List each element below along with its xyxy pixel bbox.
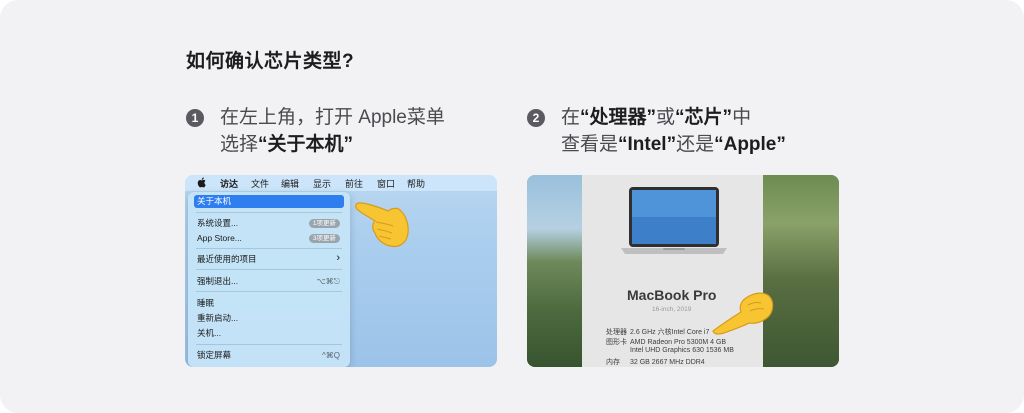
wallpaper-left: [527, 175, 582, 367]
step-2-line-1-prefix: 在: [561, 107, 581, 128]
spec-value: 2.6 GHz 六核Intel Core i7: [630, 329, 710, 336]
step-1: 1 在左上角，打开 Apple菜单 选择“关于本机”: [186, 104, 445, 158]
step-2-line-1: 在“处理器”或“芯片”中: [561, 104, 786, 131]
apple-label: “Apple”: [714, 134, 786, 155]
step-1-line-1: 在左上角，打开 Apple菜单: [220, 107, 445, 128]
update-badge: 3项更新: [308, 234, 340, 243]
step-2-line-2: 查看是“Intel”还是“Apple”: [561, 131, 786, 158]
spec-row-graphics: 图形卡 AMD Radeon Pro 5300M 4 GB: [606, 337, 726, 347]
step-1-about-label: “关于本机”: [258, 134, 354, 155]
about-this-mac-screenshot: MacBook Pro 16-inch, 2019 处理器 2.6 GHz 六核I…: [527, 175, 839, 367]
mac-model-subtitle: 16-inch, 2019: [652, 306, 692, 313]
menu-divider: [196, 212, 342, 213]
menubar-go[interactable]: 前往: [345, 177, 363, 190]
menu-item-shutdown[interactable]: 关机...: [194, 327, 344, 340]
menu-item-system-settings[interactable]: 系统设置... 1项更新: [194, 217, 344, 230]
pointing-hand-icon: [355, 202, 409, 248]
spec-key: 图形卡: [606, 339, 627, 346]
spec-key: 处理器: [606, 329, 627, 336]
apple-dropdown-menu: 关于本机 系统设置... 1项更新 App Store... 3项更新 最近使用的项…: [188, 192, 350, 367]
step-1-line-2: 选择“关于本机”: [220, 131, 445, 158]
menu-item-lock-screen[interactable]: 锁定屏幕 ^⌘Q: [194, 349, 344, 362]
mac-menu-bar: 访达 文件 编辑 显示 前往 窗口 帮助: [185, 175, 497, 191]
page-title: 如何确认芯片类型?: [186, 51, 355, 72]
menu-item-label: 重新启动...: [197, 313, 239, 323]
step-2-line-2-mid: 还是: [676, 134, 715, 155]
menubar-help[interactable]: 帮助: [407, 177, 425, 190]
menu-item-force-quit[interactable]: 强制退出... ⌥⌘⎋: [194, 275, 344, 288]
menu-divider: [196, 344, 342, 345]
spec-key: 内存: [606, 359, 620, 366]
mac-model-name: MacBook Pro: [627, 287, 717, 303]
chevron-right-icon: ›: [336, 252, 340, 264]
spec-row-processor: 处理器 2.6 GHz 六核Intel Core i7: [606, 327, 709, 337]
menu-divider: [196, 269, 342, 270]
step-1-line-2-prefix: 选择: [220, 134, 259, 155]
menu-item-label: App Store...: [197, 233, 242, 243]
spec-value: Intel UHD Graphics 630 1536 MB: [630, 347, 734, 354]
menu-item-label: 强制退出...: [197, 276, 239, 286]
step-2-line-2-prefix: 查看是: [561, 134, 619, 155]
chip-label: “芯片”: [675, 107, 733, 128]
step-2-line-1-suffix: 中: [732, 107, 752, 128]
step-2-line-1-mid: 或: [656, 107, 676, 128]
menu-item-recent-items[interactable]: 最近使用的项目 ›: [194, 252, 344, 266]
update-badge: 1项更新: [308, 219, 340, 228]
menu-item-label: 关于本机: [197, 196, 232, 206]
step-1-text: 在左上角，打开 Apple菜单 选择“关于本机”: [220, 104, 445, 158]
wallpaper-right: [763, 175, 839, 367]
menubar-file[interactable]: 文件: [251, 177, 269, 190]
spec-value: AMD Radeon Pro 5300M 4 GB: [630, 339, 727, 346]
menu-item-about-this-mac[interactable]: 关于本机: [194, 195, 344, 208]
menu-item-sleep[interactable]: 睡眠: [194, 297, 344, 310]
instruction-card: 如何确认芯片类型? 1 在左上角，打开 Apple菜单 选择“关于本机” 2 在…: [0, 0, 1024, 413]
menu-item-restart[interactable]: 重新启动...: [194, 312, 344, 325]
step-2: 2 在“处理器”或“芯片”中 查看是“Intel”还是“Apple”: [527, 104, 786, 158]
menubar-window[interactable]: 窗口: [377, 177, 395, 190]
menu-divider: [196, 248, 342, 249]
menubar-view[interactable]: 显示: [313, 177, 331, 190]
menubar-edit[interactable]: 编辑: [281, 177, 299, 190]
menu-item-app-store[interactable]: App Store... 3项更新: [194, 232, 344, 245]
step-number-badge: 2: [527, 109, 545, 127]
step-2-text: 在“处理器”或“芯片”中 查看是“Intel”还是“Apple”: [561, 104, 786, 158]
keyboard-shortcut: ^⌘Q: [322, 351, 340, 360]
keyboard-shortcut: ⌥⌘⎋: [316, 277, 340, 286]
menubar-finder[interactable]: 访达: [220, 177, 238, 190]
pointing-hand-icon: [712, 292, 774, 335]
laptop-icon: [621, 187, 727, 254]
menu-item-label: 关机...: [197, 328, 222, 338]
menu-item-label: 最近使用的项目: [197, 254, 257, 264]
apple-logo-icon[interactable]: [197, 177, 206, 188]
spec-row-memory: 内存 32 GB 2667 MHz DDR4: [606, 357, 705, 367]
menu-item-label: 锁定屏幕: [197, 350, 232, 360]
processor-label: “处理器”: [580, 107, 657, 128]
step-number-badge: 1: [186, 109, 204, 127]
menu-divider: [196, 291, 342, 292]
spec-value: 32 GB 2667 MHz DDR4: [630, 359, 705, 366]
apple-menu-screenshot: 访达 文件 编辑 显示 前往 窗口 帮助 关于本机 系统设置... 1项更新 Ap…: [185, 175, 497, 367]
menu-item-label: 系统设置...: [197, 218, 239, 228]
intel-label: “Intel”: [618, 134, 677, 155]
menu-item-label: 睡眠: [197, 298, 215, 308]
spec-row-graphics-2: Intel UHD Graphics 630 1536 MB: [606, 347, 734, 354]
about-this-mac-window: MacBook Pro 16-inch, 2019 处理器 2.6 GHz 六核I…: [582, 175, 763, 367]
